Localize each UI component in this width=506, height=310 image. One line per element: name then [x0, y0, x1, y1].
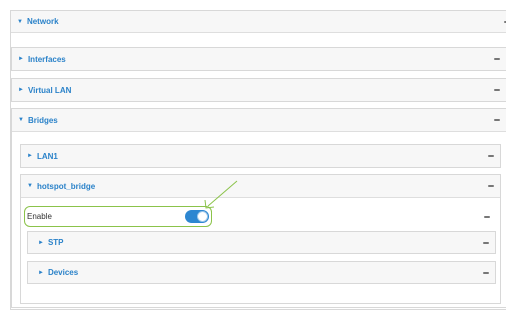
devices-header[interactable]: ► Devices: [27, 261, 496, 284]
stp-header[interactable]: ► STP: [27, 231, 496, 254]
stp-label: STP: [47, 238, 64, 247]
collapse-icon[interactable]: [483, 241, 489, 244]
caret-right-icon: ►: [38, 239, 44, 246]
collapse-icon[interactable]: [483, 271, 489, 274]
caret-right-icon: ►: [38, 269, 44, 276]
devices-label: Devices: [47, 268, 79, 277]
